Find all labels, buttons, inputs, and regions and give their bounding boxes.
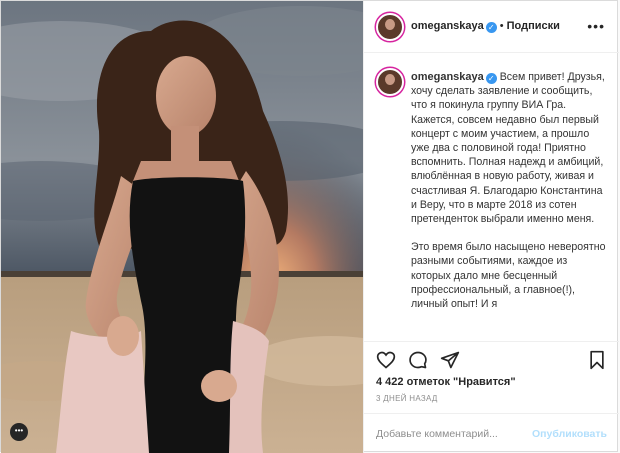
caption: omeganskaya ✓ Всем привет! Друзья, хочу с… [411,70,606,325]
caption-text-1: Всем привет! Друзья, хочу сделать заявле… [411,71,605,226]
verified-icon: ✓ [485,22,497,33]
add-comment-bar: Добавьте комментарий... Опубликовать [364,413,619,453]
caption-paragraph-1: omeganskaya ✓ Всем привет! Друзья, хочу с… [411,70,606,226]
post-header: omeganskaya ✓ • Подписки ••• [364,1,619,53]
post-timestamp[interactable]: 3 ДНЕЙ НАЗАД [376,394,438,403]
caption-paragraph-2: Это время было насыщено невероятно разны… [411,240,606,311]
caption-verified-icon: ✓ [485,73,497,84]
post-photo[interactable]: ••• [1,1,363,453]
photo-more-button[interactable]: ••• [10,423,28,441]
caption-username[interactable]: omeganskaya [411,71,484,83]
comment-input[interactable]: Добавьте комментарий... [376,428,498,440]
post-sidebar: omeganskaya ✓ • Подписки ••• omeganskaya ✓ В… [363,1,619,453]
avatar[interactable] [376,13,404,41]
caption-avatar[interactable] [376,68,404,96]
bookmark-icon[interactable] [588,350,606,370]
heart-icon[interactable] [376,350,396,370]
instagram-post: ••• omeganskaya ✓ • Подписки ••• omeganskay… [0,0,619,453]
header-separator: • [499,20,504,32]
header-user: omeganskaya ✓ • Подписки [411,20,560,33]
likes-count[interactable]: 4 422 отметок "Нравится" [376,376,516,388]
header-username[interactable]: omeganskaya [411,20,484,32]
publish-button[interactable]: Опубликовать [532,428,607,440]
action-bar [364,341,619,377]
photo-image [1,1,363,453]
comment-icon[interactable] [408,350,428,370]
more-options-button[interactable]: ••• [587,18,605,34]
follow-button[interactable]: Подписки [507,20,560,32]
share-icon[interactable] [440,350,460,370]
caption-text-2: Это время было насыщено невероятно разны… [411,241,606,311]
comments-area[interactable]: omeganskaya ✓ Всем привет! Друзья, хочу с… [364,54,619,341]
